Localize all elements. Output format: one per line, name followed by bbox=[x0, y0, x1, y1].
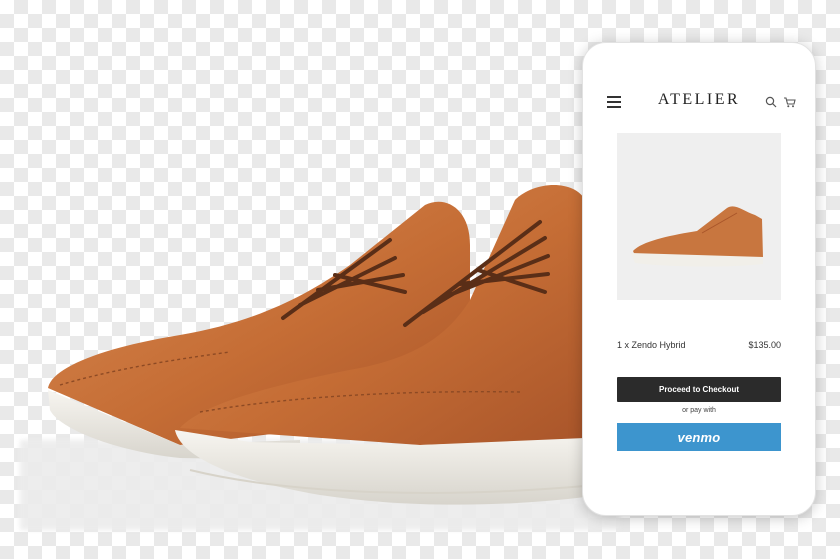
cart-icon[interactable] bbox=[783, 96, 796, 108]
product-image-tile[interactable] bbox=[617, 133, 781, 300]
cart-item-name: 1 x Zendo Hybrid bbox=[617, 340, 686, 350]
product-shoe-image bbox=[631, 206, 763, 267]
phone-mockup: ATELIER 1 x Zendo Hybrid $135.00 Proceed… bbox=[582, 42, 816, 516]
pay-with-label: or pay with bbox=[682, 407, 716, 414]
venmo-button[interactable]: venmo bbox=[617, 423, 781, 451]
search-icon[interactable] bbox=[765, 96, 777, 108]
proceed-to-checkout-button[interactable]: Proceed to Checkout bbox=[617, 377, 781, 402]
phone-screen: ATELIER 1 x Zendo Hybrid $135.00 Proceed… bbox=[595, 81, 803, 481]
cart-item-price: $135.00 bbox=[748, 340, 781, 350]
